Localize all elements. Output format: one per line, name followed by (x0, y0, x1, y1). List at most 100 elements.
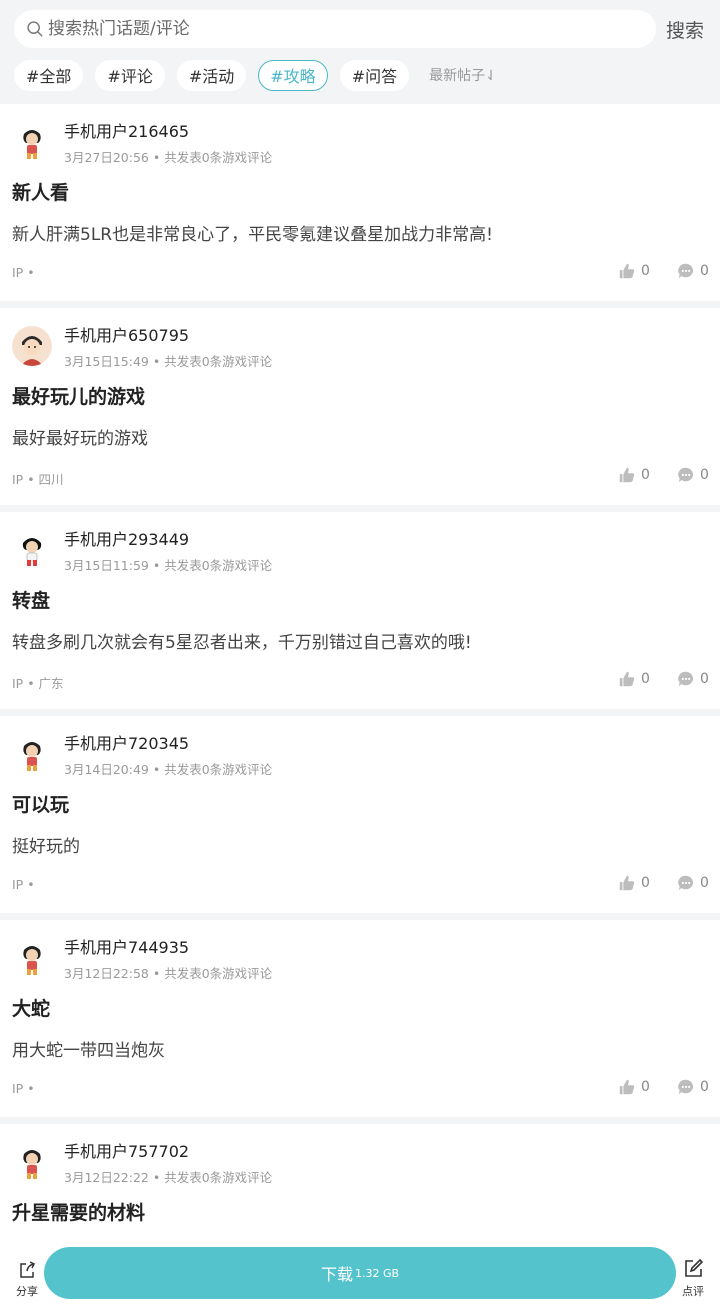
comment-button[interactable]: 0 (677, 466, 709, 484)
like-count: 0 (641, 875, 650, 891)
thumbs-up-icon (619, 263, 635, 279)
post-meta: 3月15日11:59 • 共发表0条游戏评论 (64, 555, 272, 574)
comment-count: 0 (700, 671, 709, 687)
edit-icon (685, 1258, 704, 1277)
post-meta: 3月12日22:58 • 共发表0条游戏评论 (64, 963, 272, 982)
comment-count: 0 (700, 1079, 709, 1095)
post-user-stats: • 共发表0条游戏评论 (148, 354, 273, 369)
comment-button[interactable]: 0 (677, 1078, 709, 1096)
comment-button[interactable]: 0 (677, 262, 709, 280)
like-count: 0 (641, 467, 650, 483)
post-content: 挺好玩的 (12, 837, 80, 857)
tag-filter-bar: #全部 #评论 #活动 #攻略 #问答 最新帖子⇃ (14, 59, 497, 91)
post-time: 3月15日11:59 (64, 558, 149, 573)
post-ip-location: IP • (12, 1081, 35, 1096)
post-user-stats: • 共发表0条游戏评论 (148, 1170, 273, 1185)
top-bar: 搜索 #全部 #评论 #活动 #攻略 #问答 最新帖子⇃ (0, 0, 720, 104)
cartoon-boy-icon[interactable] (12, 1142, 52, 1182)
post-card[interactable]: 手机用户720345 3月14日20:49 • 共发表0条游戏评论 可以玩 挺好… (0, 716, 720, 913)
post-meta: 3月14日20:49 • 共发表0条游戏评论 (64, 759, 272, 778)
like-button[interactable]: 0 (618, 262, 650, 280)
post-user-stats: • 共发表0条游戏评论 (148, 966, 273, 981)
post-meta: 3月27日20:56 • 共发表0条游戏评论 (64, 147, 272, 166)
post-card[interactable]: 手机用户216465 3月27日20:56 • 共发表0条游戏评论 新人看 新人… (0, 104, 720, 301)
post-time: 3月15日15:49 (64, 354, 149, 369)
sort-latest-posts[interactable]: 最新帖子⇃ (429, 65, 497, 85)
comment-bubble-icon (678, 1079, 694, 1095)
post-username[interactable]: 手机用户216465 (64, 118, 189, 142)
thumbs-up-icon (619, 467, 635, 483)
post-content: 新人肝满5LR也是非常良心了，平民零氪建议叠星加战力非常高! (12, 225, 493, 245)
post-content: 转盘多刷几次就会有5星忍者出来，千万别错过自己喜欢的哦! (12, 633, 472, 653)
cartoon-boy-icon[interactable] (12, 530, 52, 570)
post-user-stats: • 共发表0条游戏评论 (148, 558, 273, 573)
comment-bubble-icon (678, 467, 694, 483)
comment-bubble-icon (678, 671, 694, 687)
review-label: 点评 (682, 1285, 704, 1298)
post-title: 大蛇 (12, 998, 51, 1020)
cartoon-boy-icon[interactable] (12, 734, 52, 774)
comment-count: 0 (700, 263, 709, 279)
post-username[interactable]: 手机用户293449 (64, 526, 189, 550)
post-title: 最好玩儿的游戏 (12, 386, 146, 408)
search-button[interactable]: 搜索 (666, 16, 704, 43)
tag-qa[interactable]: #问答 (339, 59, 410, 91)
share-icon (20, 1261, 36, 1278)
like-count: 0 (641, 1079, 650, 1095)
cartoon-boy-icon[interactable] (12, 122, 52, 162)
share-button[interactable]: 分享 (12, 1260, 42, 1299)
post-title: 升星需要的材料 (12, 1202, 146, 1224)
search-input[interactable] (48, 19, 608, 39)
post-time: 3月14日20:49 (64, 762, 149, 777)
post-card[interactable]: 手机用户744935 3月12日22:58 • 共发表0条游戏评论 大蛇 用大蛇… (0, 920, 720, 1117)
cartoon-face-icon[interactable] (12, 326, 52, 366)
comment-button[interactable]: 0 (677, 670, 709, 688)
post-username[interactable]: 手机用户720345 (64, 730, 189, 754)
search-icon (27, 21, 43, 37)
download-button[interactable]: 下载 1.32 GB (44, 1247, 676, 1299)
like-count: 0 (641, 671, 650, 687)
review-button[interactable]: 点评 (678, 1258, 708, 1299)
post-username[interactable]: 手机用户757702 (64, 1138, 189, 1162)
thumbs-up-icon (619, 671, 635, 687)
post-ip-location: IP • (12, 265, 35, 280)
like-button[interactable]: 0 (618, 1078, 650, 1096)
post-time: 3月12日22:58 (64, 966, 149, 981)
comment-count: 0 (700, 875, 709, 891)
like-button[interactable]: 0 (618, 874, 650, 892)
thumbs-up-icon (619, 1079, 635, 1095)
post-content: 最好最好玩的游戏 (12, 429, 148, 449)
like-button[interactable]: 0 (618, 670, 650, 688)
post-content: 用大蛇一带四当炮灰 (12, 1041, 165, 1061)
post-title: 转盘 (12, 590, 51, 612)
thumbs-up-icon (619, 875, 635, 891)
post-card[interactable]: 手机用户650795 3月15日15:49 • 共发表0条游戏评论 最好玩儿的游… (0, 308, 720, 505)
post-ip-location: IP • (12, 877, 35, 892)
tag-all[interactable]: #全部 (14, 59, 84, 91)
post-time: 3月27日20:56 (64, 150, 149, 165)
post-time: 3月12日22:22 (64, 1170, 149, 1185)
download-size: 1.32 GB (354, 1266, 400, 1280)
post-meta: 3月12日22:22 • 共发表0条游戏评论 (64, 1167, 272, 1186)
comment-button[interactable]: 0 (677, 874, 709, 892)
tag-activity[interactable]: #活动 (176, 59, 247, 91)
like-button[interactable]: 0 (618, 466, 650, 484)
bottom-action-bar: 分享 下载 1.32 GB 点评 (0, 1240, 720, 1305)
cartoon-boy-icon[interactable] (12, 938, 52, 978)
comment-count: 0 (700, 467, 709, 483)
tag-review[interactable]: #评论 (95, 59, 165, 91)
post-card[interactable]: 手机用户293449 3月15日11:59 • 共发表0条游戏评论 转盘 转盘多… (0, 512, 720, 709)
post-title: 可以玩 (12, 794, 70, 816)
post-username[interactable]: 手机用户744935 (64, 934, 189, 958)
post-username[interactable]: 手机用户650795 (64, 322, 189, 346)
comment-bubble-icon (678, 263, 694, 279)
share-label: 分享 (16, 1285, 38, 1298)
tag-strategy[interactable]: #攻略 (258, 59, 328, 91)
post-meta: 3月15日15:49 • 共发表0条游戏评论 (64, 351, 272, 370)
comment-bubble-icon (678, 875, 694, 891)
post-ip-location: IP • 四川 (12, 472, 64, 487)
search-box[interactable] (14, 10, 656, 48)
download-label: 下载 (320, 1265, 353, 1284)
post-user-stats: • 共发表0条游戏评论 (148, 762, 273, 777)
post-ip-location: IP • 广东 (12, 676, 64, 691)
